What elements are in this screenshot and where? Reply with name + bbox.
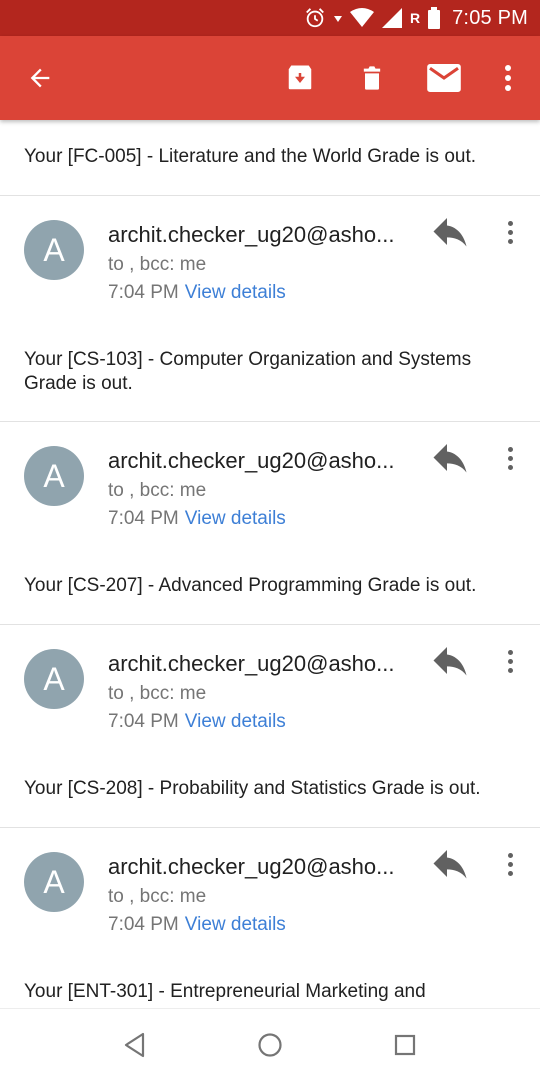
recipients: to , bcc: me xyxy=(108,480,207,501)
archive-icon xyxy=(288,65,312,90)
message-meta: 7:04 PM View details xyxy=(108,282,286,304)
more-vert-icon[interactable] xyxy=(496,442,524,474)
nav-back-button[interactable] xyxy=(117,1027,153,1063)
back-button[interactable] xyxy=(12,36,68,120)
message-card[interactable]: A archit.checker_ug20@asho... to , bcc: … xyxy=(0,625,540,828)
sender-name: archit.checker_ug20@asho... xyxy=(108,448,395,473)
conversation-thread: Your [FC-005] - Literature and the World… xyxy=(0,120,540,1008)
delete-button[interactable] xyxy=(344,36,400,120)
nav-home-button[interactable] xyxy=(252,1027,288,1063)
message-meta: 7:04 PM View details xyxy=(108,914,286,936)
message-body: Your [ENT-301] - Entrepreneurial Marketi… xyxy=(24,981,426,1002)
message-time: 7:04 PM xyxy=(108,508,179,529)
mark-unread-button[interactable] xyxy=(416,36,472,120)
avatar[interactable]: A xyxy=(24,852,84,912)
more-vert-icon[interactable] xyxy=(496,848,524,880)
reply-icon[interactable] xyxy=(432,444,468,474)
wifi-icon xyxy=(349,8,374,27)
archive-button[interactable] xyxy=(272,36,328,120)
message-card[interactable]: A archit.checker_ug20@asho... to , bcc: … xyxy=(0,196,540,422)
recipients: to , bcc: me xyxy=(108,886,207,907)
back-arrow-icon xyxy=(30,68,50,88)
reply-icon[interactable] xyxy=(432,850,468,880)
message-body: Your [CS-208] - Probability and Statisti… xyxy=(24,778,481,799)
recipients: to , bcc: me xyxy=(108,683,207,704)
more-vert-icon[interactable] xyxy=(496,645,524,677)
status-time: 7:05 PM xyxy=(452,6,528,29)
avatar[interactable]: A xyxy=(24,446,84,506)
reply-icon[interactable] xyxy=(432,647,468,677)
status-icons: R 7:05 PM xyxy=(304,0,528,36)
message-time: 7:04 PM xyxy=(108,914,179,935)
message-meta: 7:04 PM View details xyxy=(108,508,286,530)
carrier-badge: R xyxy=(409,10,421,26)
system-nav-bar xyxy=(0,1008,540,1080)
message-body-preview: Your [FC-005] - Literature and the World… xyxy=(0,120,540,196)
mark-unread-icon xyxy=(427,64,461,92)
app-bar xyxy=(0,36,540,120)
status-bar: R 7:05 PM xyxy=(0,0,540,36)
message-body: Your [CS-103] - Computer Organization an… xyxy=(24,349,472,394)
view-details-link[interactable]: View details xyxy=(185,711,286,732)
sender-name: archit.checker_ug20@asho... xyxy=(108,222,395,247)
message-time: 7:04 PM xyxy=(108,711,179,732)
avatar[interactable]: A xyxy=(24,220,84,280)
view-details-link[interactable]: View details xyxy=(185,282,286,303)
message-card[interactable]: A archit.checker_ug20@asho... to , bcc: … xyxy=(0,828,540,1008)
home-circle-icon xyxy=(258,1033,282,1057)
message-body: Your [CS-207] - Advanced Programming Gra… xyxy=(24,575,477,596)
message-meta: 7:04 PM View details xyxy=(108,711,286,733)
reply-icon[interactable] xyxy=(432,218,468,248)
avatar[interactable]: A xyxy=(24,649,84,709)
recipients: to , bcc: me xyxy=(108,254,207,275)
delete-icon xyxy=(363,66,381,90)
nav-recents-button[interactable] xyxy=(387,1027,423,1063)
view-details-link[interactable]: View details xyxy=(185,914,286,935)
back-triangle-icon xyxy=(124,1032,145,1058)
sender-name: archit.checker_ug20@asho... xyxy=(108,651,395,676)
overflow-menu-button[interactable] xyxy=(480,36,536,120)
message-time: 7:04 PM xyxy=(108,282,179,303)
more-vert-icon xyxy=(505,65,511,91)
alarm-icon xyxy=(306,8,324,28)
recents-square-icon xyxy=(394,1034,416,1056)
sender-name: archit.checker_ug20@asho... xyxy=(108,854,395,879)
data-arrow-icon xyxy=(333,16,342,22)
signal-icon xyxy=(381,8,402,28)
more-vert-icon[interactable] xyxy=(496,216,524,248)
view-details-link[interactable]: View details xyxy=(185,508,286,529)
message-card[interactable]: A archit.checker_ug20@asho... to , bcc: … xyxy=(0,422,540,625)
battery-icon xyxy=(428,7,441,29)
